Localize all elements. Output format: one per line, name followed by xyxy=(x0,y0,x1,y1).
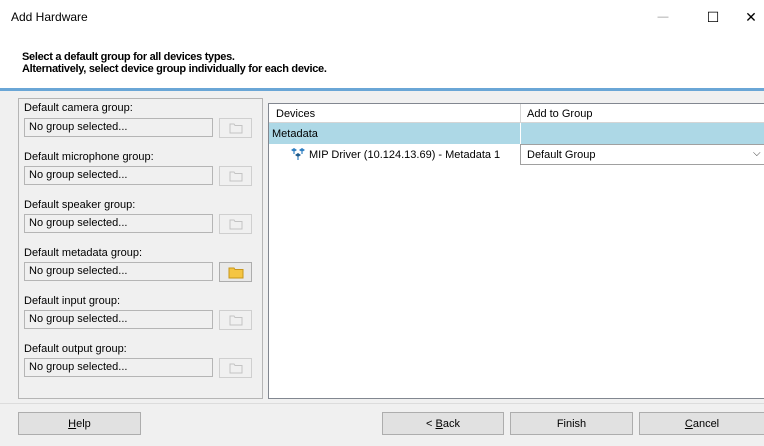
close-button[interactable]: ✕ xyxy=(736,0,764,34)
selected-group: Default Group xyxy=(527,149,596,161)
column-divider[interactable] xyxy=(520,104,521,123)
folder-icon xyxy=(228,267,243,278)
camera-group-field: No group selected... xyxy=(24,118,213,137)
title-bar: Add Hardware — ☐ ✕ xyxy=(0,0,764,34)
speaker-group-field: No group selected... xyxy=(24,214,213,233)
back-button-label: < Back xyxy=(426,417,460,430)
input-group-browse-button xyxy=(219,310,252,330)
cancel-button-label: Cancel xyxy=(684,417,720,430)
close-icon: ✕ xyxy=(745,8,757,25)
microphone-group-field: No group selected... xyxy=(24,166,213,185)
folder-icon xyxy=(229,219,242,230)
add-to-group-dropdown[interactable]: Default Group ⌵ xyxy=(520,144,764,165)
category-row[interactable]: Metadata xyxy=(269,123,764,144)
folder-icon xyxy=(229,363,242,374)
devices-column-header[interactable]: Devices xyxy=(276,108,315,120)
chevron-down-icon[interactable]: ⌵ xyxy=(753,148,761,159)
minimize-button[interactable]: — xyxy=(640,0,686,34)
folder-icon xyxy=(229,171,242,182)
devices-grid[interactable]: Devices Add to Group Metadata MIP Driver… xyxy=(268,103,764,399)
metadata-group-field: No group selected... xyxy=(24,262,213,281)
header-instruction-line1: Select a default group for all devices t… xyxy=(22,51,235,63)
default-groups-panel: Default camera group: No group selected.… xyxy=(18,98,263,399)
maximize-icon: ☐ xyxy=(706,8,720,25)
input-group-label: Default input group: xyxy=(24,295,121,307)
camera-group-label: Default camera group: xyxy=(24,102,133,114)
speaker-group-label: Default speaker group: xyxy=(24,199,136,211)
help-button[interactable]: Help xyxy=(18,412,141,435)
microphone-group-label: Default microphone group: xyxy=(24,151,154,163)
metadata-group-browse-button[interactable] xyxy=(219,262,252,282)
footer-separator xyxy=(0,403,764,404)
metadata-group-label: Default metadata group: xyxy=(24,247,143,259)
output-group-field: No group selected... xyxy=(24,358,213,377)
finish-button-label: Finish xyxy=(556,417,587,430)
camera-group-browse-button xyxy=(219,118,252,138)
metadata-device-icon xyxy=(291,148,305,160)
output-group-browse-button xyxy=(219,358,252,378)
back-button[interactable]: < Back xyxy=(382,412,504,435)
microphone-group-browse-button xyxy=(219,166,252,186)
table-row[interactable]: MIP Driver (10.124.13.69) - Metadata 1 D… xyxy=(269,144,764,165)
minimize-icon: — xyxy=(657,11,669,23)
category-label: Metadata xyxy=(272,128,318,140)
add-to-group-column-header[interactable]: Add to Group xyxy=(527,108,592,120)
cancel-button[interactable]: Cancel xyxy=(639,412,764,435)
header-instruction-line2: Alternatively, select device group indiv… xyxy=(22,63,327,75)
output-group-label: Default output group: xyxy=(24,343,127,355)
grid-header: Devices Add to Group xyxy=(269,104,764,123)
header-separator xyxy=(0,88,764,91)
input-group-field: No group selected... xyxy=(24,310,213,329)
help-button-label: Help xyxy=(68,417,91,430)
wizard-header: Select a default group for all devices t… xyxy=(0,34,764,88)
finish-button[interactable]: Finish xyxy=(510,412,633,435)
maximize-button[interactable]: ☐ xyxy=(690,0,736,34)
folder-icon xyxy=(229,123,242,134)
folder-icon xyxy=(229,315,242,326)
category-divider xyxy=(520,123,521,144)
window-title: Add Hardware xyxy=(11,10,88,24)
speaker-group-browse-button xyxy=(219,214,252,234)
device-name: MIP Driver (10.124.13.69) - Metadata 1 xyxy=(309,149,501,161)
